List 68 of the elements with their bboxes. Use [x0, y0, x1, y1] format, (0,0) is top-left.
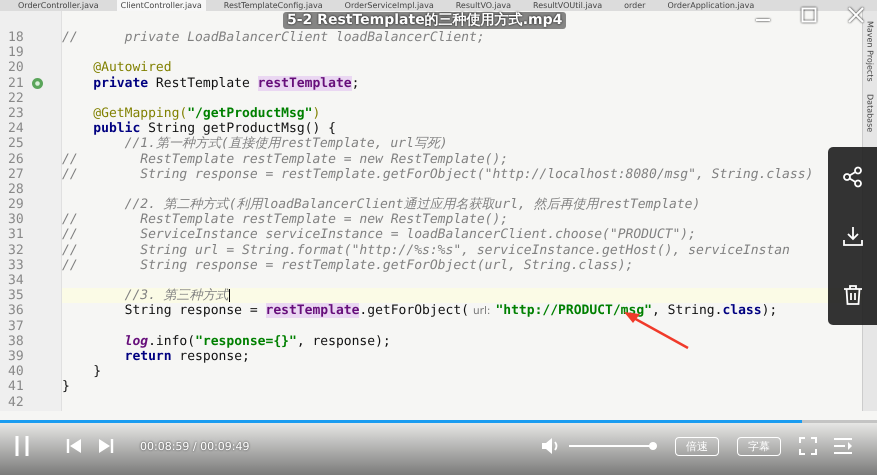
line-number: 42 [8, 394, 25, 410]
code-line: String response = restTemplate.getForObject( url: "http://PRODUCT/msg", String.class); [124, 302, 778, 320]
line-number: 33 [8, 258, 25, 274]
code-line: log.info("response={}", response); [124, 334, 391, 349]
maximize-icon[interactable] [801, 7, 817, 23]
code-line: private RestTemplate restTemplate; [92, 76, 360, 91]
file-tab[interactable]: order [620, 0, 650, 11]
line-number: 31 [8, 227, 25, 243]
share-icon[interactable] [842, 166, 864, 188]
line-number: 26 [8, 152, 25, 167]
bean-icon [31, 76, 44, 90]
progress-bar[interactable] [0, 420, 877, 423]
line-number: 28 [8, 182, 25, 198]
line-number: 32 [8, 242, 25, 258]
code-line: } [92, 364, 102, 380]
line-number: 41 [8, 379, 25, 395]
line-number: 20 [8, 60, 25, 76]
file-tab[interactable]: RestTemplateConfig.java [220, 0, 327, 11]
code-line: // String url = String.format("http://%s:%s", serviceInstance.getHost(), serviceInstan [62, 242, 790, 258]
code-line: } [62, 379, 70, 395]
download-icon[interactable] [842, 224, 864, 247]
line-number: 23 [8, 106, 25, 122]
code-line: @Autowired [92, 60, 172, 76]
line-number: 39 [8, 348, 25, 364]
line-number: 22 [8, 90, 25, 106]
code-line: // RestTemplate restTemplate = new RestTemplate(); [62, 212, 508, 228]
code-line: // RestTemplate restTemplate = new RestTemplate(); [62, 152, 508, 167]
line-number: 25 [8, 136, 25, 152]
file-tab[interactable]: OrderController.java [14, 0, 103, 11]
line-number: 29 [8, 197, 25, 212]
line-number: 30 [8, 212, 25, 228]
file-tab[interactable]: ResultVO.java [452, 0, 516, 11]
close-icon[interactable] [847, 6, 865, 24]
line-number: 21 [8, 76, 25, 91]
line-number: 27 [8, 166, 25, 182]
code-line: //1.第一种方式(直接使用restTemplate, url写死) [124, 136, 448, 152]
file-tab[interactable]: ClientController.java [116, 0, 206, 11]
line-number: 19 [8, 45, 25, 60]
playlist-icon[interactable] [833, 437, 853, 455]
file-tab[interactable]: OrderServiceImpl.java [340, 0, 438, 11]
code-line: //2. 第二种方式(利用loadBalancerClient通过应用名获取url, 然后再使用restTemplate) [124, 197, 700, 212]
code-line: return response; [124, 348, 250, 364]
line-number: 18 [8, 30, 25, 46]
line-number: 34 [8, 273, 25, 288]
code-line: public String getProductMsg() { [92, 121, 336, 136]
trash-icon[interactable] [842, 284, 864, 306]
file-tab[interactable]: ResultVOUtil.java [529, 0, 606, 11]
pause-icon[interactable] [14, 435, 30, 457]
previous-icon[interactable] [66, 438, 82, 454]
line-number: 37 [8, 318, 25, 334]
line-number: 40 [8, 364, 25, 380]
tool-window-label[interactable]: Maven Projects [866, 21, 874, 82]
line-number: 38 [8, 334, 25, 349]
file-tab[interactable]: OrderApplication.java [663, 0, 758, 11]
line-number: 36 [8, 303, 25, 319]
line-number: 35 [8, 288, 25, 304]
playback-time: 00:08:59 / 00:09:49 [140, 440, 250, 452]
line-number: 24 [8, 121, 25, 136]
code-line: // ServiceInstance serviceInstance = loadBalancerClient.choose("PRODUCT"); [62, 227, 696, 243]
code-line: //3. 第三种方式 [124, 288, 230, 304]
fullscreen-icon[interactable] [799, 437, 817, 455]
tool-window-label[interactable]: Database [866, 94, 874, 132]
video-title: 5-2 RestTemplate的三种使用方式.mp4 [283, 12, 566, 29]
code-line: @GetMapping("/getProductMsg") [92, 106, 320, 121]
next-icon[interactable] [98, 438, 114, 454]
code-line: // String response = restTemplate.getForObject(url, String.class); [62, 258, 634, 274]
code-line: // private LoadBalancerClient loadBalancerClient; [62, 30, 485, 46]
code-line: // String response = restTemplate.getForObject("http://localhost:8080/msg", String.class) [62, 166, 814, 182]
